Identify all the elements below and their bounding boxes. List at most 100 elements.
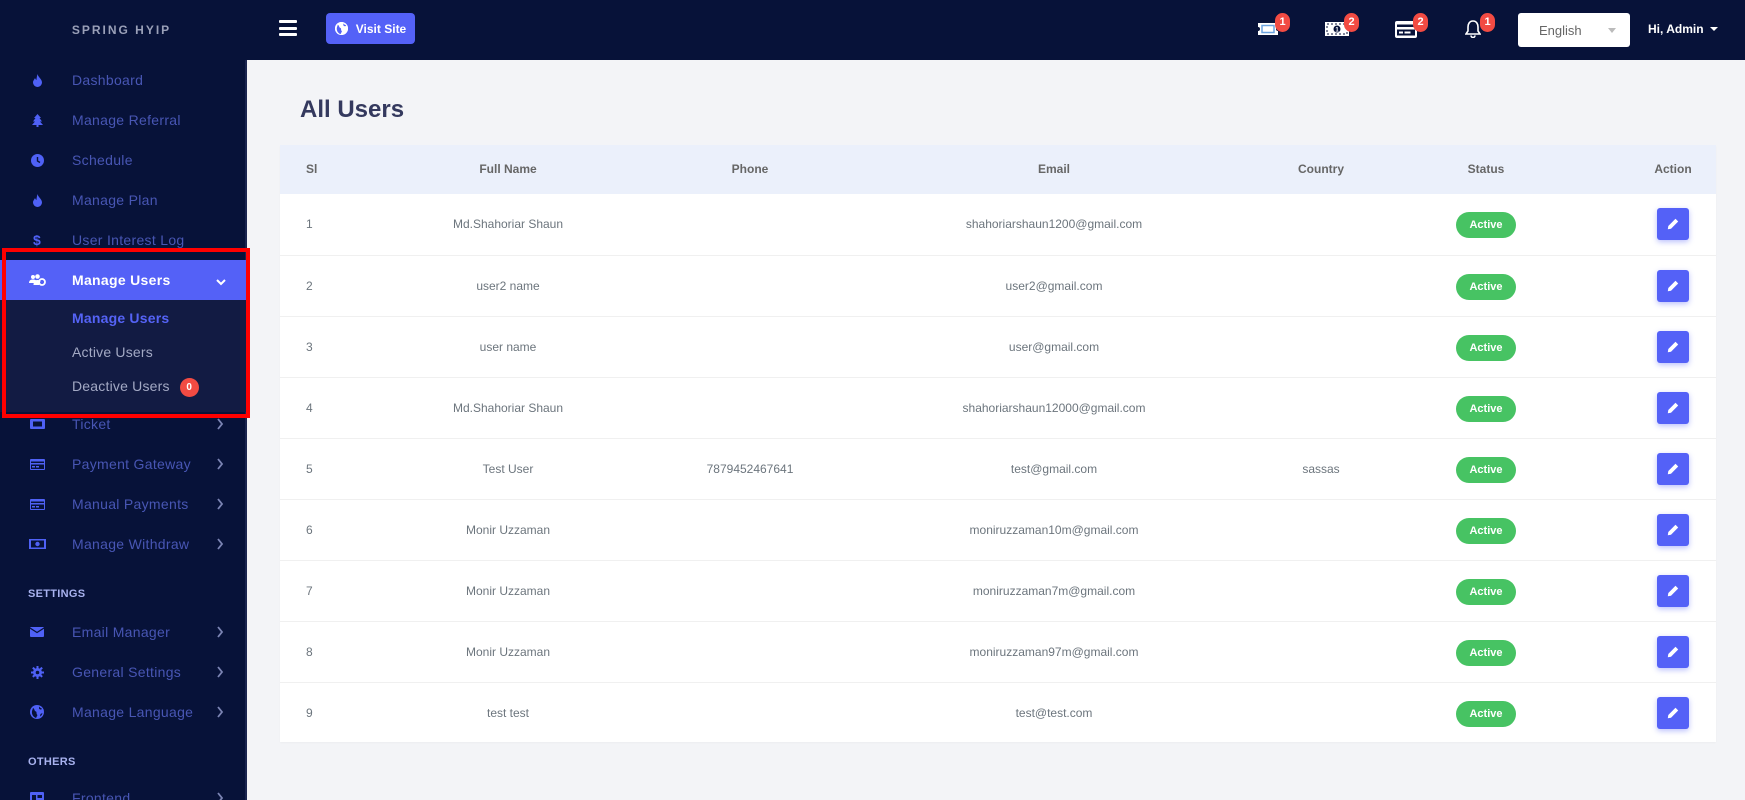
visit-site-button[interactable]: Visit Site xyxy=(326,13,415,44)
sidebar-item-schedule[interactable]: Schedule xyxy=(0,140,247,180)
sidebar-item-manage-users[interactable]: Manage Users xyxy=(0,260,247,300)
users-table: Sl Full Name Phone Email Country Status … xyxy=(280,145,1716,742)
withdraw-notification-button[interactable]: 1 2 xyxy=(1324,13,1359,40)
users-cog-icon xyxy=(28,271,46,289)
chevron-down-icon xyxy=(216,273,226,287)
edit-user-button[interactable] xyxy=(1657,514,1689,546)
cell-sl: 7 xyxy=(306,584,313,598)
cell-full-name: Test User xyxy=(482,462,534,476)
edit-user-button[interactable] xyxy=(1657,331,1689,363)
column-header-status: Status xyxy=(1467,162,1505,176)
user-menu-dropdown[interactable]: Hi, Admin xyxy=(1648,22,1718,36)
cell-phone: 7879452467641 xyxy=(706,462,794,476)
sidebar-item-label: Manual Payments xyxy=(72,496,189,512)
brand-logo[interactable]: SPRING HYIP xyxy=(0,0,247,60)
language-select[interactable]: English xyxy=(1518,13,1630,47)
edit-user-button[interactable] xyxy=(1657,453,1689,485)
pencil-icon xyxy=(1667,341,1679,353)
submenu-item-manage-users[interactable]: Manage Users xyxy=(72,310,169,326)
sidebar-item-manage-withdraw[interactable]: Manage Withdraw xyxy=(0,524,247,564)
table-row: 5 Test User 7879452467641 test@gmail.com… xyxy=(280,438,1716,499)
cell-sl: 6 xyxy=(306,523,313,537)
bell-notification-button[interactable]: 1 xyxy=(1460,13,1495,40)
chevron-right-icon xyxy=(216,665,226,679)
cell-sl: 9 xyxy=(306,706,313,720)
status-badge: Active xyxy=(1456,701,1516,727)
cell-sl: 1 xyxy=(306,217,313,231)
dollar-icon: $ xyxy=(32,232,42,248)
sidebar-item-frontend[interactable]: Frontend xyxy=(0,778,247,800)
credit-card-icon xyxy=(28,495,46,513)
sidebar-item-manage-plan[interactable]: Manage Plan xyxy=(0,180,247,220)
hamburger-menu-icon[interactable] xyxy=(279,20,297,36)
ticket-notification-button[interactable]: 1 xyxy=(1255,13,1290,40)
clock-icon xyxy=(28,151,46,169)
sidebar-item-label: Manage Language xyxy=(72,704,194,720)
sidebar-item-label: Manage Users xyxy=(72,272,171,288)
sidebar-item-user-interest-log[interactable]: $ User Interest Log xyxy=(0,220,247,260)
pencil-icon xyxy=(1667,280,1679,292)
sidebar-item-label: Payment Gateway xyxy=(72,456,191,472)
cell-email: moniruzzaman97m@gmail.com xyxy=(969,645,1139,659)
status-badge: Active xyxy=(1456,396,1516,422)
sidebar-item-label: Schedule xyxy=(72,152,133,168)
cell-sl: 4 xyxy=(306,401,313,415)
bell-count-badge: 1 xyxy=(1480,13,1495,32)
sidebar-item-label: Frontend xyxy=(72,790,131,800)
cell-sl: 2 xyxy=(306,279,313,293)
credit-card-icon xyxy=(28,455,46,473)
edit-user-button[interactable] xyxy=(1657,697,1689,729)
status-badge: Active xyxy=(1456,640,1516,666)
chevron-right-icon xyxy=(216,625,226,639)
edit-user-button[interactable] xyxy=(1657,208,1689,240)
column-header-full-name: Full Name xyxy=(479,162,537,176)
sidebar-item-payment-gateway[interactable]: Payment Gateway xyxy=(0,444,247,484)
edit-user-button[interactable] xyxy=(1657,270,1689,302)
ticket-icon xyxy=(28,415,46,433)
cell-sl: 5 xyxy=(306,462,313,476)
fire-icon xyxy=(28,191,46,209)
money-bill-icon xyxy=(28,535,46,553)
sidebar-item-label: User Interest Log xyxy=(72,232,185,248)
cell-email: test@gmail.com xyxy=(1010,462,1098,476)
caret-down-icon xyxy=(1608,28,1616,33)
cell-full-name: Md.Shahoriar Shaun xyxy=(452,401,564,415)
sidebar-item-manage-referral[interactable]: Manage Referral xyxy=(0,100,247,140)
ticket-count-badge: 1 xyxy=(1275,13,1290,32)
cell-email: moniruzzaman10m@gmail.com xyxy=(969,523,1139,537)
edit-user-button[interactable] xyxy=(1657,575,1689,607)
cell-full-name: Monir Uzzaman xyxy=(465,645,551,659)
status-badge: Active xyxy=(1456,212,1516,238)
edit-user-button[interactable] xyxy=(1657,636,1689,668)
bell-icon xyxy=(1465,20,1481,38)
pencil-icon xyxy=(1667,524,1679,536)
submenu-item-active-users[interactable]: Active Users xyxy=(72,344,153,360)
sidebar-item-email-manager[interactable]: Email Manager xyxy=(0,612,247,652)
edit-user-button[interactable] xyxy=(1657,392,1689,424)
sidebar-item-label: Manage Plan xyxy=(72,192,158,208)
sidebar-item-dashboard[interactable]: Dashboard xyxy=(0,60,247,100)
pencil-icon xyxy=(1667,646,1679,658)
sidebar-item-manual-payments[interactable]: Manual Payments xyxy=(0,484,247,524)
column-header-sl: Sl xyxy=(306,162,318,176)
chevron-right-icon xyxy=(216,497,226,511)
payment-notification-button[interactable]: 2 xyxy=(1393,13,1428,40)
status-badge: Active xyxy=(1456,457,1516,483)
table-row: 6 Monir Uzzaman moniruzzaman10m@gmail.co… xyxy=(280,499,1716,560)
sidebar-item-ticket[interactable]: Ticket xyxy=(0,404,247,444)
pencil-icon xyxy=(1667,585,1679,597)
submenu-item-deactive-users[interactable]: Deactive Users 0 xyxy=(72,378,199,397)
globe-icon xyxy=(334,22,348,35)
sidebar-item-label: Dashboard xyxy=(72,72,144,88)
sidebar-item-general-settings[interactable]: General Settings xyxy=(0,652,247,692)
sidebar-item-manage-language[interactable]: Manage Language xyxy=(0,692,247,732)
withdraw-count-badge: 2 xyxy=(1344,13,1359,32)
layout-icon xyxy=(28,789,46,800)
section-title-settings: SETTINGS xyxy=(28,588,86,600)
table-header: Sl Full Name Phone Email Country Status … xyxy=(280,145,1716,194)
gear-icon xyxy=(28,663,46,681)
sidebar-item-label: Manage Referral xyxy=(72,112,181,128)
manage-users-submenu: Manage Users Active Users Deactive Users… xyxy=(0,300,247,412)
status-badge: Active xyxy=(1456,518,1516,544)
sidebar-item-label: Ticket xyxy=(72,416,111,432)
